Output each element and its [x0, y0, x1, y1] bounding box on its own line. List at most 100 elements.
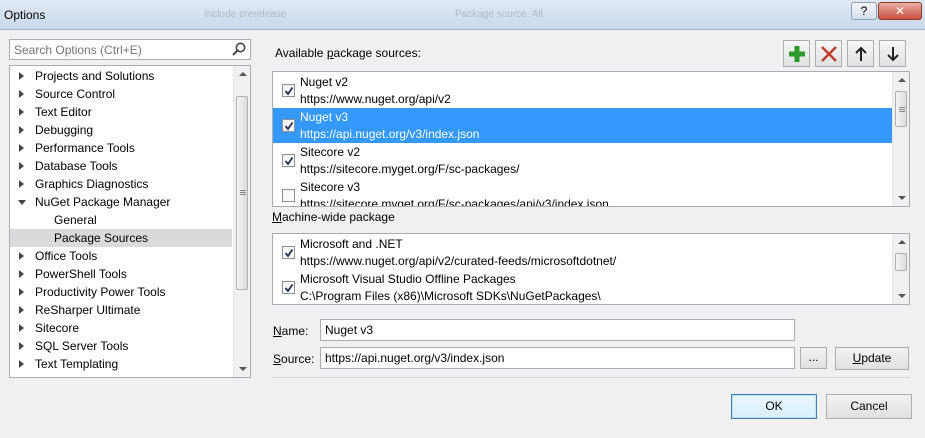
collapsed-arrow-icon[interactable]	[19, 108, 24, 116]
tree-item[interactable]: NuGet Package Manager	[10, 193, 232, 211]
tree-item[interactable]: Debugging	[10, 121, 232, 139]
tree-item[interactable]: Productivity Power Tools	[10, 283, 232, 301]
tree-item-label: Graphics Diagnostics	[35, 177, 149, 191]
add-source-button[interactable]	[783, 40, 810, 67]
tree-scrollbar[interactable]	[233, 66, 250, 377]
checkmark-icon	[284, 121, 294, 131]
collapsed-arrow-icon[interactable]	[19, 72, 24, 80]
collapsed-arrow-icon[interactable]	[19, 342, 24, 350]
collapsed-arrow-icon[interactable]	[19, 162, 24, 170]
scroll-up-icon[interactable]	[898, 78, 906, 82]
tree-item[interactable]: Office Tools	[10, 247, 232, 265]
tree-item-label: Package Sources	[54, 231, 149, 245]
tree-item[interactable]: Web Forms Designer	[10, 373, 232, 377]
tree-item-label: Source Control	[35, 87, 116, 101]
package-source-item[interactable]: Nuget v3 https://api.nuget.org/v3/index.j…	[273, 108, 893, 143]
tree-item[interactable]: Performance Tools	[10, 139, 232, 157]
source-name: Microsoft Visual Studio Offline Packages	[300, 272, 516, 286]
checkmark-icon	[284, 156, 294, 166]
collapsed-arrow-icon[interactable]	[19, 270, 24, 278]
machine-list-scrollbar[interactable]	[892, 234, 909, 304]
tree-item[interactable]: Projects and Solutions	[10, 67, 232, 85]
package-source-item[interactable]: Sitecore v2 https://sitecore.myget.org/F/…	[273, 143, 893, 178]
tree-item-label: Debugging	[35, 123, 94, 137]
source-enabled-checkbox[interactable]	[282, 154, 295, 167]
scroll-thumb[interactable]	[895, 253, 907, 271]
tree-item[interactable]: Source Control	[10, 85, 232, 103]
collapsed-arrow-icon[interactable]	[19, 180, 24, 188]
tree-item[interactable]: SQL Server Tools	[10, 337, 232, 355]
source-field-box	[320, 347, 795, 369]
scroll-down-icon[interactable]	[239, 367, 247, 371]
checkmark-icon	[284, 283, 294, 293]
tree-item-label: Web Forms Designer	[35, 373, 148, 377]
source-field[interactable]	[321, 348, 794, 368]
expanded-arrow-icon[interactable]	[18, 200, 26, 205]
source-enabled-checkbox[interactable]	[282, 119, 295, 132]
source-url: C:\Program Files (x86)\Microsoft SDKs\Nu…	[300, 289, 601, 303]
collapsed-arrow-icon[interactable]	[19, 360, 24, 368]
tree-item[interactable]: PowerShell Tools	[10, 265, 232, 283]
source-url: https://www.nuget.org/api/v2/curated-fee…	[300, 254, 617, 268]
tree-item-label: Productivity Power Tools	[35, 285, 166, 299]
package-source-item[interactable]: Microsoft and .NET https://www.nuget.org/…	[273, 235, 893, 270]
remove-source-button[interactable]	[815, 40, 842, 67]
window-title: Options	[4, 8, 46, 22]
scroll-up-icon[interactable]	[898, 240, 906, 244]
help-button[interactable]: ?	[851, 2, 877, 20]
remove-icon	[821, 46, 837, 62]
source-url: https://sitecore.myget.org/F/sc-packages…	[300, 197, 609, 207]
search-input[interactable]	[10, 40, 225, 59]
tree-item[interactable]: General	[10, 211, 232, 229]
cancel-button[interactable]: Cancel	[826, 394, 912, 419]
tree-item[interactable]: Text Editor	[10, 103, 232, 121]
title-bar: Options Include prerelease Package sourc…	[0, 0, 925, 30]
move-up-button[interactable]	[847, 40, 874, 67]
tree-item[interactable]: Database Tools	[10, 157, 232, 175]
move-up-icon	[855, 46, 867, 61]
tree-item[interactable]: Text Templating	[10, 355, 232, 373]
move-down-button[interactable]	[879, 40, 906, 67]
search-icon[interactable]	[231, 41, 247, 60]
collapsed-arrow-icon[interactable]	[19, 252, 24, 260]
scroll-thumb[interactable]	[895, 91, 907, 127]
package-source-item[interactable]: Sitecore v3 https://sitecore.myget.org/F/…	[273, 178, 893, 207]
available-list-scrollbar[interactable]	[892, 72, 909, 206]
collapsed-arrow-icon[interactable]	[19, 324, 24, 332]
close-icon: ✕	[894, 4, 906, 18]
package-source-item[interactable]: Microsoft Visual Studio Offline Packages…	[273, 270, 893, 304]
scroll-thumb[interactable]	[236, 96, 248, 290]
source-enabled-checkbox[interactable]	[282, 84, 295, 97]
tree-item[interactable]: ReSharper Ultimate	[10, 301, 232, 319]
source-name: Sitecore v3	[300, 180, 361, 194]
tree-item[interactable]: Package Sources	[10, 229, 232, 247]
package-source-item[interactable]: Nuget v2 https://www.nuget.org/api/v2	[273, 73, 893, 108]
source-enabled-checkbox[interactable]	[282, 246, 295, 259]
close-button[interactable]: ✕	[878, 2, 922, 20]
scroll-down-icon[interactable]	[898, 196, 906, 200]
tree-item-label: Text Templating	[35, 357, 119, 371]
tree-item[interactable]: Sitecore	[10, 319, 232, 337]
footer-divider	[272, 377, 910, 378]
source-enabled-checkbox[interactable]	[282, 281, 295, 294]
name-field[interactable]	[321, 320, 794, 340]
collapsed-arrow-icon[interactable]	[19, 144, 24, 152]
name-label: Name:	[273, 324, 309, 338]
scroll-up-icon[interactable]	[239, 72, 247, 76]
collapsed-arrow-icon[interactable]	[19, 306, 24, 314]
tree-item-label: Sitecore	[35, 321, 80, 335]
browse-button[interactable]: ...	[800, 347, 827, 369]
source-name: Sitecore v2	[300, 145, 361, 159]
tree-item[interactable]: Graphics Diagnostics	[10, 175, 232, 193]
source-enabled-checkbox[interactable]	[282, 189, 295, 202]
collapsed-arrow-icon[interactable]	[19, 90, 24, 98]
collapsed-arrow-icon[interactable]	[19, 288, 24, 296]
tree-item-label: Database Tools	[35, 159, 118, 173]
checkmark-icon	[284, 248, 294, 258]
source-url: https://www.nuget.org/api/v2	[300, 92, 451, 106]
ok-button[interactable]: OK	[731, 394, 817, 419]
update-button[interactable]: Update	[835, 347, 909, 370]
scroll-down-icon[interactable]	[898, 294, 906, 298]
collapsed-arrow-icon[interactable]	[19, 126, 24, 134]
source-url: https://sitecore.myget.org/F/sc-packages…	[300, 162, 520, 176]
